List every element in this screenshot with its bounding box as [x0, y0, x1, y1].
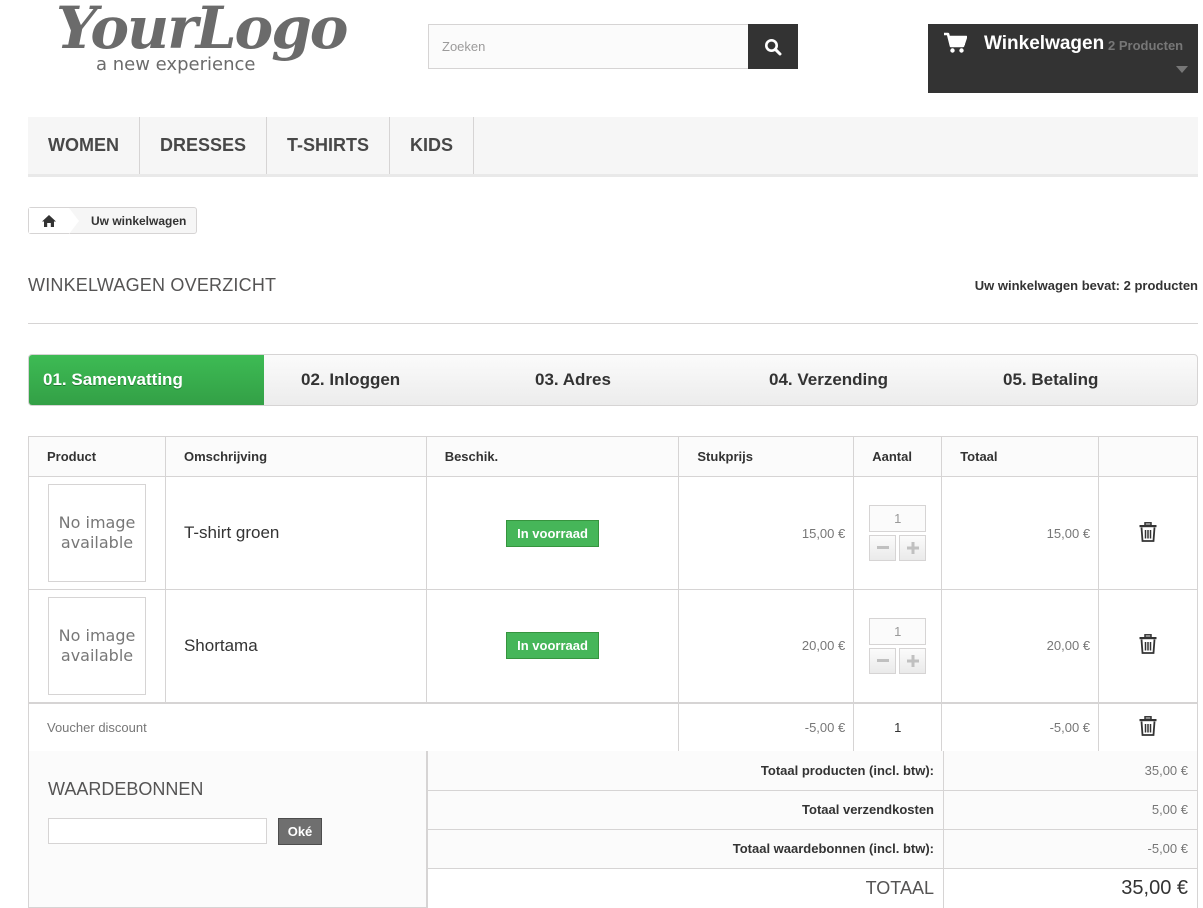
grand-total-value: 35,00 € [943, 868, 1198, 908]
total-shipping-row: Totaal verzendkosten 5,00 € [427, 790, 1198, 830]
nav-item-women[interactable]: WOMEN [28, 117, 140, 174]
nav-item-t-shirts[interactable]: T-SHIRTS [267, 117, 391, 174]
breadcrumb: Uw winkelwagen [28, 207, 198, 234]
quantity-decrease-button[interactable] [869, 535, 897, 561]
voucher-discount-label: Voucher discount [27, 701, 680, 753]
page-title: WINKELWAGEN OVERZICHT [28, 275, 277, 295]
total-vouchers-value: -5,00 € [943, 829, 1198, 869]
voucher-total: -5,00 € [941, 701, 1100, 753]
quantity-increase-button[interactable] [899, 647, 927, 674]
site-logo[interactable]: YourLogo a new experience [56, 0, 348, 80]
in-stock-badge: In voorraad [506, 519, 599, 547]
checkout-steps: 01. Samenvatting 02. Inloggen 03. Adres … [28, 354, 1198, 406]
search-icon [765, 38, 782, 55]
search-form [428, 24, 798, 69]
grand-total-row: TOTAAL 35,00 € [427, 868, 1198, 908]
logo-tagline: a new experience [96, 54, 256, 75]
step-payment: 05. Betaling [1003, 370, 1099, 389]
trash-icon[interactable] [1139, 716, 1157, 737]
column-header-unit-price: Stukprijs [678, 436, 855, 477]
cart-count: 2 Producten [1108, 38, 1184, 53]
voucher-unit-price: -5,00 € [678, 701, 855, 753]
total-products-value: 35,00 € [943, 751, 1198, 791]
step-summary: 01. Samenvatting [29, 355, 264, 405]
column-header-actions [1098, 436, 1198, 477]
trash-icon[interactable] [1139, 634, 1157, 655]
column-header-description: Omschrijving [164, 436, 427, 477]
product-image-cell: No image available [28, 589, 166, 703]
cart-summary-footer: WAARDEBONNEN Oké Totaal producten (incl.… [28, 751, 1198, 908]
minus-icon [876, 658, 889, 662]
total-products-row: Totaal producten (incl. btw): 35,00 € [427, 751, 1198, 791]
search-input[interactable] [428, 24, 748, 69]
breadcrumb-current: Uw winkelwagen [91, 213, 187, 228]
product-image-cell: No image available [28, 476, 166, 590]
total-shipping-label: Totaal verzendkosten [427, 790, 944, 830]
availability-cell: In voorraad [425, 476, 680, 590]
voucher-submit-button[interactable]: Oké [278, 818, 322, 845]
quantity-input[interactable]: 1 [869, 617, 927, 645]
main-menu: WOMEN DRESSES T-SHIRTS KIDS [28, 117, 1198, 177]
cart-summary-table: Product Omschrijving Beschik. Stukprijs … [27, 436, 1198, 753]
total-vouchers-label: Totaal waardebonnen (incl. btw): [427, 829, 944, 869]
quantity-cell: 1 [853, 589, 943, 703]
column-header-total: Totaal [941, 436, 1100, 477]
breadcrumb-separator [69, 207, 79, 234]
quantity-decrease-button[interactable] [869, 647, 897, 674]
voucher-section: WAARDEBONNEN Oké [28, 751, 427, 908]
nav-item-kids[interactable]: KIDS [390, 117, 475, 174]
availability-cell: In voorraad [425, 589, 680, 703]
unit-price: 20,00 € [678, 589, 855, 703]
product-image-placeholder[interactable]: No image available [48, 484, 146, 582]
delete-cell [1098, 476, 1198, 590]
voucher-quantity: 1 [853, 701, 943, 753]
total-shipping-value: 5,00 € [943, 790, 1198, 830]
delete-cell [1098, 701, 1198, 753]
column-header-product: Product [28, 436, 166, 477]
cart-product-counter: Uw winkelwagen bevat: 2 producten [974, 278, 1198, 293]
product-image-placeholder[interactable]: No image available [48, 596, 146, 695]
voucher-discount-row: Voucher discount -5,00 € 1 -5,00 € [27, 701, 1198, 753]
step-address: 03. Adres [535, 370, 611, 389]
plus-icon [906, 542, 919, 554]
product-name[interactable]: T-shirt groen [164, 476, 427, 590]
step-shipping: 04. Verzending [769, 370, 889, 389]
breadcrumb-home-link[interactable] [29, 208, 69, 233]
trash-icon[interactable] [1139, 521, 1157, 542]
delete-cell [1098, 589, 1198, 703]
voucher-code-input[interactable] [48, 818, 267, 844]
search-button[interactable] [748, 24, 798, 69]
in-stock-badge: In voorraad [506, 632, 599, 660]
quantity-cell: 1 [853, 476, 943, 590]
plus-icon [906, 654, 919, 667]
line-total: 20,00 € [941, 589, 1100, 703]
total-vouchers-row: Totaal waardebonnen (incl. btw): -5,00 € [427, 829, 1198, 869]
grand-total-label: TOTAAL [427, 868, 944, 908]
step-login: 02. Inloggen [301, 370, 401, 389]
caret-down-icon [1176, 66, 1188, 73]
line-total: 15,00 € [941, 476, 1100, 590]
cart-title: Winkelwagen [984, 33, 1105, 54]
nav-item-dresses[interactable]: DRESSES [140, 117, 268, 174]
quantity-increase-button[interactable] [899, 535, 927, 561]
voucher-title: WAARDEBONNEN [48, 779, 204, 799]
column-header-quantity: Aantal [853, 436, 943, 477]
minus-icon [876, 546, 889, 549]
home-icon [42, 214, 56, 227]
column-header-availability: Beschik. [425, 436, 680, 477]
cart-dropdown[interactable]: Winkelwagen 2 Producten [928, 24, 1198, 93]
logo-wordmark: YourLogo [56, 0, 348, 62]
table-row: No image available Shortama In voorraad … [28, 589, 1198, 703]
table-row: No image available T-shirt groen In voor… [28, 476, 1198, 590]
table-header-row: Product Omschrijving Beschik. Stukprijs … [28, 436, 1198, 477]
product-name[interactable]: Shortama [164, 589, 427, 703]
totals-table: Totaal producten (incl. btw): 35,00 € To… [427, 751, 1198, 908]
total-products-label: Totaal producten (incl. btw): [427, 751, 944, 791]
unit-price: 15,00 € [678, 476, 855, 590]
heading-divider [28, 323, 1198, 324]
quantity-input[interactable]: 1 [869, 505, 927, 532]
shopping-cart-icon [944, 32, 967, 53]
